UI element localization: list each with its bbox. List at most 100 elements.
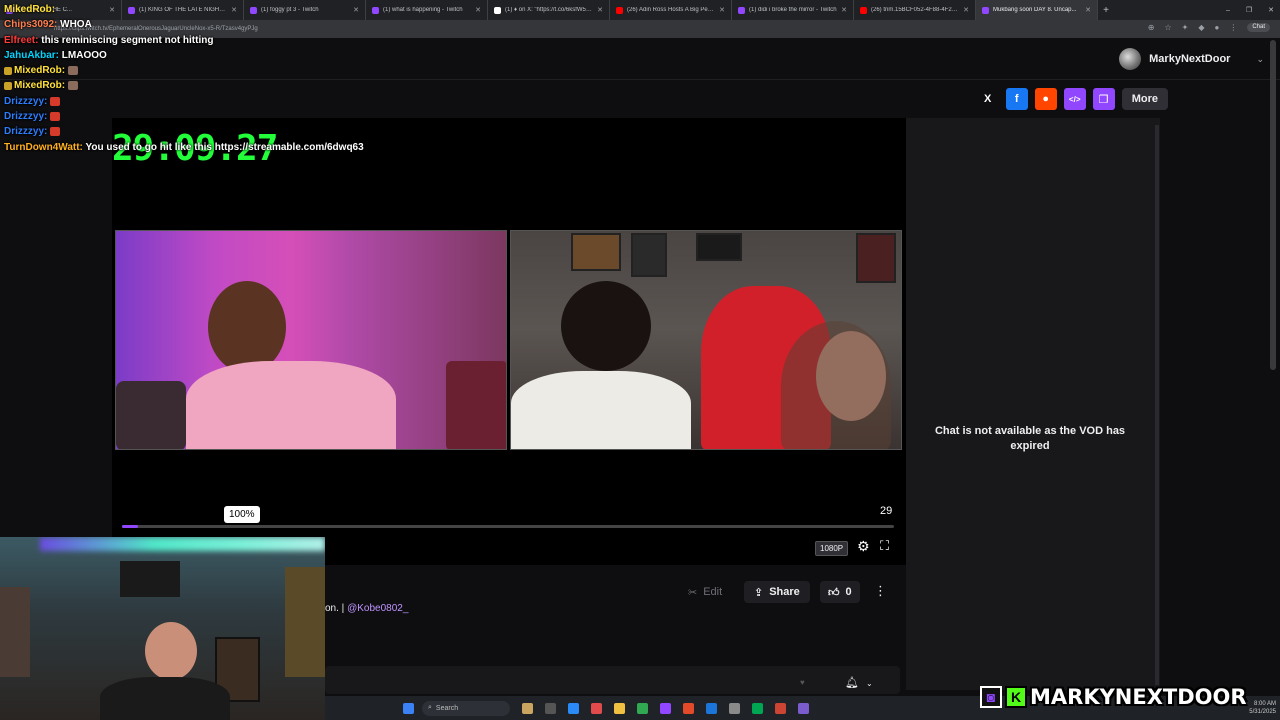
emote-icon	[50, 127, 61, 137]
share-icon: ⇪	[754, 586, 764, 599]
person-head	[561, 281, 651, 371]
close-icon[interactable]: ✕	[597, 6, 603, 14]
share-button[interactable]: ⇪ Share	[744, 581, 810, 603]
progress-track[interactable]	[122, 525, 894, 528]
app-icon[interactable]	[522, 702, 533, 714]
app-icon[interactable]	[729, 702, 740, 714]
person-shirt	[511, 371, 691, 449]
progress-fill	[122, 525, 138, 528]
more-options-icon[interactable]: ⋮	[874, 583, 887, 599]
chat-button[interactable]: Chat	[1247, 23, 1270, 32]
video-feed-right	[510, 230, 902, 450]
facebook-share-icon[interactable]: f	[1005, 88, 1028, 110]
timecode: 29	[880, 505, 893, 517]
x-share-icon[interactable]: X	[977, 88, 999, 110]
puzzle-icon[interactable]: ◆	[1198, 23, 1204, 32]
system-clock[interactable]: 8:00 AM 5/31/2025	[1249, 700, 1276, 716]
led-strip	[40, 537, 325, 551]
fullscreen-icon[interactable]: ⛶	[880, 538, 889, 554]
app-icon[interactable]	[798, 702, 809, 714]
app-icon[interactable]	[591, 702, 602, 714]
brand-text: MARKYNEXTDOOR	[1030, 685, 1247, 709]
more-button[interactable]: More	[1121, 88, 1168, 110]
browser-tab[interactable]: Mukbang soon DAY 8. Uncap... ✕	[976, 0, 1098, 20]
mention-handle[interactable]: @Kobe0802_	[347, 603, 408, 614]
edit-button[interactable]: ✂ Edit	[682, 581, 728, 603]
wall-poster	[856, 233, 896, 283]
tab-favicon-icon	[738, 6, 745, 14]
streamer-brand-overlay: ◙ K MARKYNEXTDOOR	[980, 684, 1247, 710]
app-icon[interactable]	[683, 702, 694, 714]
chat-line: JahuAkbar: LMAOOO	[4, 48, 404, 63]
tab-title: (1) ♦ on X: "https://t.co/6ksfW5P...	[505, 7, 594, 13]
like-button[interactable]: 👍︎ 0	[820, 581, 860, 603]
channel-name: MarkyNextDoor	[1149, 53, 1231, 65]
chevron-down-icon[interactable]: ⌄	[1256, 54, 1264, 65]
person-head	[208, 281, 286, 373]
browser-tab[interactable]: (1) ♦ on X: "https://t.co/6ksfW5P... ✕	[488, 0, 610, 20]
quality-badge[interactable]: 1080P	[815, 541, 849, 556]
app-icon[interactable]	[775, 702, 786, 714]
window-controls: – ❐ ✕	[1226, 0, 1274, 20]
bookmark-star-icon[interactable]: ☆	[1164, 23, 1171, 32]
new-tab-button[interactable]: +	[1098, 5, 1114, 16]
chat-scrollbar[interactable]	[1155, 125, 1159, 685]
copy-share-icon[interactable]: ❐	[1092, 88, 1115, 110]
gear-icon[interactable]: ⚙	[857, 538, 870, 555]
chat-username: Chips3092:	[4, 19, 58, 31]
wall-monitor	[120, 561, 180, 597]
background-object	[116, 381, 186, 449]
chat-line: MixedRob:	[4, 63, 404, 78]
browser-tab[interactable]: (1) didi i broke the mirror - Twitch ✕	[732, 0, 854, 20]
chevron-down-icon[interactable]: ⌄	[866, 679, 873, 688]
bell-icon[interactable]: 🔔︎	[845, 676, 859, 689]
app-icon[interactable]	[660, 702, 671, 714]
close-icon[interactable]: ✕	[1085, 6, 1091, 14]
tab-favicon-icon	[494, 6, 501, 14]
thumbs-up-icon: 👍︎	[828, 586, 840, 599]
close-icon[interactable]: ✕	[1268, 6, 1274, 14]
chat-message: WHOA	[60, 19, 92, 31]
tab-favicon-icon	[860, 6, 867, 14]
close-icon[interactable]: ✕	[963, 6, 969, 14]
folder-icon[interactable]	[614, 702, 625, 714]
app-icon[interactable]	[568, 702, 579, 714]
edit-label: Edit	[703, 586, 723, 598]
clock-date: 5/31/2025	[1249, 709, 1276, 715]
browser-tab[interactable]: (26) Adin Ross Hosts A Big People... ✕	[610, 0, 732, 20]
menu-icon[interactable]: ⋮	[1229, 23, 1237, 32]
chat-unavailable-message: Chat is not available as the VOD has exp…	[934, 425, 1126, 452]
browser-tab[interactable]: (26) trim.15BCF052-4F88-4F2E-9B... ✕	[854, 0, 976, 20]
tab-title: (26) trim.15BCF052-4F88-4F2E-9B...	[871, 7, 959, 13]
app-icon[interactable]	[637, 702, 648, 714]
webcam-feed	[0, 537, 325, 720]
app-icon[interactable]	[706, 702, 717, 714]
person-shirt	[186, 361, 396, 449]
zoom-icon[interactable]: ⊕	[1148, 23, 1155, 32]
profile-icon[interactable]: ●	[1214, 23, 1219, 32]
app-icon[interactable]	[545, 702, 556, 714]
app-icon[interactable]	[752, 702, 763, 714]
reddit-share-icon[interactable]: ●	[1034, 88, 1057, 110]
mention-prefix: on. |	[325, 603, 345, 614]
heart-icon[interactable]: ♥	[800, 678, 805, 687]
close-icon[interactable]: ✕	[475, 6, 481, 14]
chat-username: MixedRob:	[14, 65, 66, 77]
chat-username: Drizzzyy:	[4, 111, 48, 123]
page-scrollbar[interactable]	[1270, 40, 1276, 370]
extension-icon[interactable]: ✦	[1182, 23, 1189, 32]
close-icon[interactable]: ✕	[719, 6, 725, 14]
chat-username: Drizzzyy:	[4, 95, 48, 107]
restore-icon[interactable]: ❐	[1246, 6, 1252, 14]
streamer-head	[145, 622, 197, 680]
channel-menu[interactable]: MarkyNextDoor ⌄	[1119, 48, 1264, 70]
chat-username: JahuAkbar:	[4, 49, 60, 61]
taskbar-search[interactable]: ⌕ Search	[422, 700, 510, 716]
embed-share-icon[interactable]: </>	[1063, 88, 1086, 110]
chat-username: Elfreet:	[4, 34, 39, 46]
close-icon[interactable]: ✕	[841, 6, 847, 14]
twitch-logo-icon: ◙	[980, 686, 1002, 708]
start-icon[interactable]	[403, 702, 414, 714]
channel-avatar	[1119, 48, 1142, 70]
minimize-icon[interactable]: –	[1226, 7, 1230, 14]
